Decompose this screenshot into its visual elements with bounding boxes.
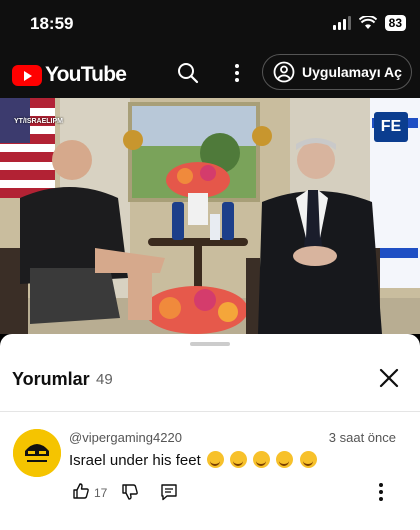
wifi-icon bbox=[358, 16, 377, 29]
open-app-label: Uygulamayı Aç bbox=[302, 64, 402, 80]
open-app-button[interactable]: Uygulamayı Aç bbox=[262, 54, 412, 90]
comments-title: Yorumlar bbox=[12, 369, 90, 389]
status-time: 18:59 bbox=[30, 14, 74, 33]
app-header: YouTube Uygulamayı Aç bbox=[0, 48, 420, 98]
viper-logo-icon bbox=[13, 429, 61, 477]
divider bbox=[0, 411, 420, 412]
cellular-signal-icon bbox=[332, 16, 351, 30]
channel-watermark: YT/ISRAELIPM bbox=[14, 118, 64, 125]
status-icons: 83 bbox=[332, 15, 406, 31]
rofl-emoji-icon bbox=[230, 451, 248, 468]
rofl-emoji-icon bbox=[276, 451, 294, 468]
comments-panel: Yorumlar 49 @vipergaming4220 3 saat önce… bbox=[0, 334, 420, 530]
rofl-emoji-icon bbox=[206, 451, 224, 468]
youtube-play-icon bbox=[12, 64, 42, 86]
reply-icon[interactable] bbox=[160, 483, 178, 501]
comment-text-body: Israel under his feet bbox=[69, 452, 201, 469]
thumbs-up-icon[interactable] bbox=[72, 482, 90, 500]
account-icon bbox=[273, 61, 295, 83]
rofl-emoji-icon bbox=[253, 451, 271, 468]
close-icon[interactable] bbox=[378, 367, 400, 389]
thumbs-down-icon[interactable] bbox=[121, 483, 139, 501]
comment-more-icon[interactable] bbox=[376, 482, 386, 502]
comment-text: Israel under his feet bbox=[69, 451, 317, 469]
channel-badge: FE bbox=[374, 112, 408, 142]
comment-time: 3 saat önce bbox=[328, 430, 396, 445]
more-vert-icon[interactable] bbox=[227, 62, 247, 84]
avatar[interactable] bbox=[13, 429, 61, 477]
comment-author[interactable]: @vipergaming4220 bbox=[69, 430, 182, 445]
drag-handle[interactable] bbox=[190, 342, 230, 346]
youtube-logo[interactable]: YouTube bbox=[12, 63, 127, 87]
youtube-logo-text: YouTube bbox=[45, 63, 127, 86]
like-count: 17 bbox=[94, 486, 108, 500]
search-icon[interactable] bbox=[177, 62, 199, 84]
rofl-emoji-icon bbox=[299, 451, 317, 468]
status-bar: 18:59 83 bbox=[0, 0, 420, 48]
battery-icon: 83 bbox=[384, 15, 406, 31]
video-frame bbox=[0, 98, 420, 334]
video-player[interactable]: YT/ISRAELIPM FE bbox=[0, 98, 420, 334]
comments-count: 49 bbox=[96, 371, 113, 388]
